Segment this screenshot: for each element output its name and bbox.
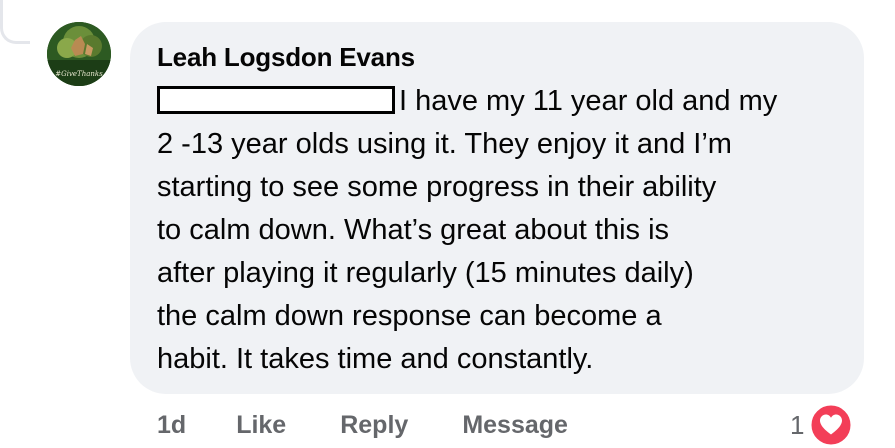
avatar[interactable]: #GiveThanks	[47, 22, 111, 86]
thread-connector-line	[0, 0, 30, 44]
comment-line: habit. It takes time and constantly.	[157, 343, 594, 375]
comment-line: 2 -13 year olds using it. They enjoy it …	[157, 128, 732, 160]
reply-button[interactable]: Reply	[340, 411, 408, 440]
like-button[interactable]: Like	[236, 411, 286, 440]
message-button[interactable]: Message	[462, 411, 568, 440]
comment-actions: 1d Like Reply Message	[157, 407, 568, 443]
timestamp-link[interactable]: 1d	[157, 411, 186, 440]
comment-line: the calm down response can become a	[157, 300, 662, 332]
comment-text: I have my 11 year old and my 2 -13 year …	[157, 80, 847, 381]
love-heart-icon	[808, 402, 854, 448]
svg-text:#GiveThanks: #GiveThanks	[55, 70, 103, 78]
comment-line: I have my 11 year old and my	[157, 80, 847, 123]
comment-line: to calm down. What’s great about this is	[157, 214, 670, 246]
reaction-summary[interactable]: 1	[790, 402, 854, 448]
avatar-image: #GiveThanks	[47, 22, 111, 86]
comment-line: starting to see some progress in their a…	[157, 171, 717, 203]
comment-line: after playing it regularly (15 minutes d…	[157, 257, 694, 289]
reaction-count: 1	[790, 409, 805, 440]
comment-author[interactable]: Leah Logsdon Evans	[157, 42, 415, 73]
redaction-box	[157, 86, 395, 114]
